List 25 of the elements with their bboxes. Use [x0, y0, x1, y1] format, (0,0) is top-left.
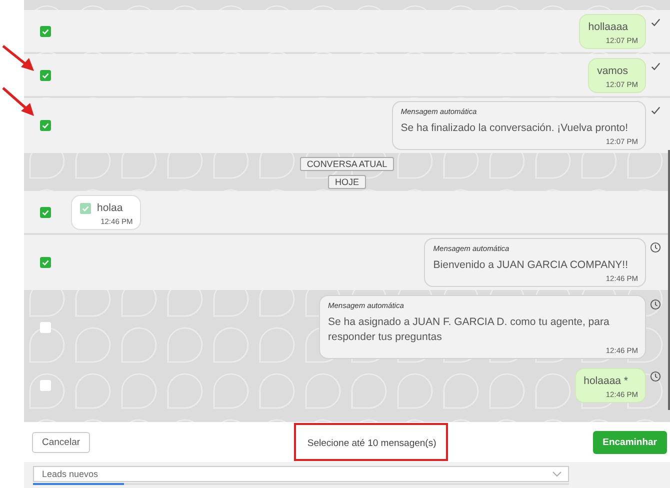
- cancel-button[interactable]: Cancelar: [32, 432, 90, 452]
- selection-hint: Selecione até 10 mensagen(s): [307, 438, 436, 449]
- checkbox[interactable]: [40, 206, 51, 218]
- message-text: holaa: [97, 200, 124, 216]
- checkbox[interactable]: [40, 70, 51, 80]
- date-separator: HOJE: [328, 175, 366, 189]
- message-text: vamos: [597, 64, 629, 78]
- message-text: holaaaa *: [584, 374, 629, 388]
- checkbox[interactable]: [40, 120, 51, 131]
- checkbox[interactable]: [40, 257, 51, 268]
- arrow-annotation: [2, 44, 34, 71]
- message-text: Se ha asignado a JUAN F. GARCIA D. como tu agente, para responder tus preguntas: [328, 315, 610, 345]
- checkbox-icon: [80, 202, 91, 214]
- caret-icon: [552, 471, 562, 477]
- date-separator: CONVERSA ATUAL: [300, 157, 394, 171]
- pipeline-dropdown[interactable]: Leads nuevos: [33, 466, 569, 482]
- message-text: Bienvenido a JUAN GARCIA COMPANY!!: [433, 258, 629, 273]
- message-text: hollaaaa: [588, 20, 629, 34]
- arrow-annotation: [2, 87, 34, 116]
- checkbox[interactable]: [40, 380, 51, 390]
- checkbox[interactable]: [40, 26, 51, 36]
- scrollbar[interactable]: [668, 150, 670, 410]
- checkbox[interactable]: [40, 322, 51, 332]
- message-text: Se ha finalizado la conversación. ¡Vuelva pronto!: [400, 121, 629, 136]
- forward-button[interactable]: Encaminhar: [592, 430, 667, 454]
